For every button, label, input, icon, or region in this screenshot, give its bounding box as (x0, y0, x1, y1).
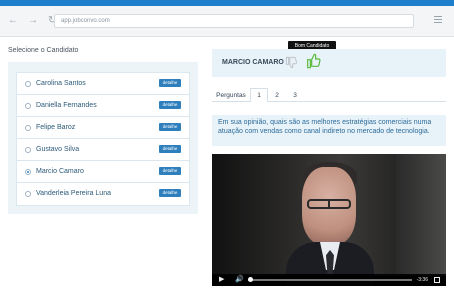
video-time: -3:36 (416, 277, 428, 283)
tab-3[interactable]: 3 (286, 88, 304, 102)
radio-button[interactable] (25, 125, 31, 131)
back-arrow-icon[interactable]: ← (8, 15, 18, 26)
selected-candidate-name: MARCIO CAMARO (222, 59, 284, 66)
background-door (396, 154, 446, 276)
menu-icon[interactable] (434, 14, 444, 26)
candidate-select-title: Selecione o Candidato (8, 47, 79, 54)
tab-questions[interactable]: Perguntas (212, 88, 250, 102)
detail-button[interactable]: detalhe (159, 123, 181, 131)
detail-button[interactable]: detalhe (159, 145, 181, 153)
question-tabs: Perguntas 1 2 3 (212, 88, 446, 102)
radio-button[interactable] (25, 147, 31, 153)
selected-radio-button[interactable] (25, 169, 31, 175)
candidate-name: Gustavo Silva (36, 146, 80, 153)
detail-button[interactable]: detalhe (159, 101, 181, 109)
fullscreen-icon[interactable] (434, 277, 440, 283)
thumbs-up-icon[interactable] (305, 53, 321, 69)
radio-button[interactable] (25, 191, 31, 197)
address-bar[interactable]: app.jobconvo.com (54, 14, 414, 28)
video-progress-bar[interactable] (248, 277, 412, 282)
candidate-name: Carolina Santos (36, 80, 86, 87)
radio-button[interactable] (25, 103, 31, 109)
thumbs-down-icon[interactable] (284, 55, 298, 69)
detail-button[interactable]: detalhe (159, 167, 181, 175)
progress-handle[interactable] (248, 277, 253, 282)
browser-tab-strip (0, 0, 454, 6)
candidate-row[interactable]: Felipe Baroz detalhe (17, 117, 189, 139)
radio-button[interactable] (25, 81, 31, 87)
app-window: ← → ↻ app.jobconvo.com Selecione o Candi… (0, 0, 454, 295)
forward-arrow-icon[interactable]: → (28, 15, 38, 26)
candidate-row[interactable]: Daniella Fernandes detalhe (17, 95, 189, 117)
browser-chrome: ← → ↻ app.jobconvo.com (0, 0, 454, 37)
video-controls: ▶ 🔊 -3:36 (212, 274, 446, 286)
candidate-list: Carolina Santos detalhe Daniella Fernand… (16, 72, 190, 206)
volume-icon[interactable]: 🔊 (235, 276, 244, 284)
candidates-panel: Carolina Santos detalhe Daniella Fernand… (8, 62, 198, 214)
detail-button[interactable]: detalhe (159, 189, 181, 197)
candidate-name: Vanderleia Pereira Luna (36, 190, 111, 197)
candidate-name: Daniella Fernandes (36, 102, 97, 109)
detail-button[interactable]: detalhe (159, 79, 181, 87)
candidate-row[interactable]: Carolina Santos detalhe (17, 73, 189, 95)
tab-2[interactable]: 2 (268, 88, 286, 102)
candidate-name: Marcio Camaro (36, 168, 84, 175)
candidate-review-header: MARCIO CAMARO (212, 49, 446, 77)
person-glasses (307, 199, 351, 209)
candidate-row[interactable]: Marcio Camaro detalhe (17, 161, 189, 183)
tab-1[interactable]: 1 (250, 88, 268, 102)
play-icon[interactable]: ▶ (219, 276, 224, 284)
browser-navigation: ← → ↻ (8, 15, 56, 26)
question-text: Em sua opinião, quais são as melhores es… (212, 115, 446, 146)
candidate-row[interactable]: Gustavo Silva detalhe (17, 139, 189, 161)
candidate-name: Felipe Baroz (36, 124, 76, 131)
candidate-row[interactable]: Vanderleia Pereira Luna detalhe (17, 183, 189, 205)
video-player[interactable]: ▶ 🔊 -3:36 (212, 154, 446, 286)
